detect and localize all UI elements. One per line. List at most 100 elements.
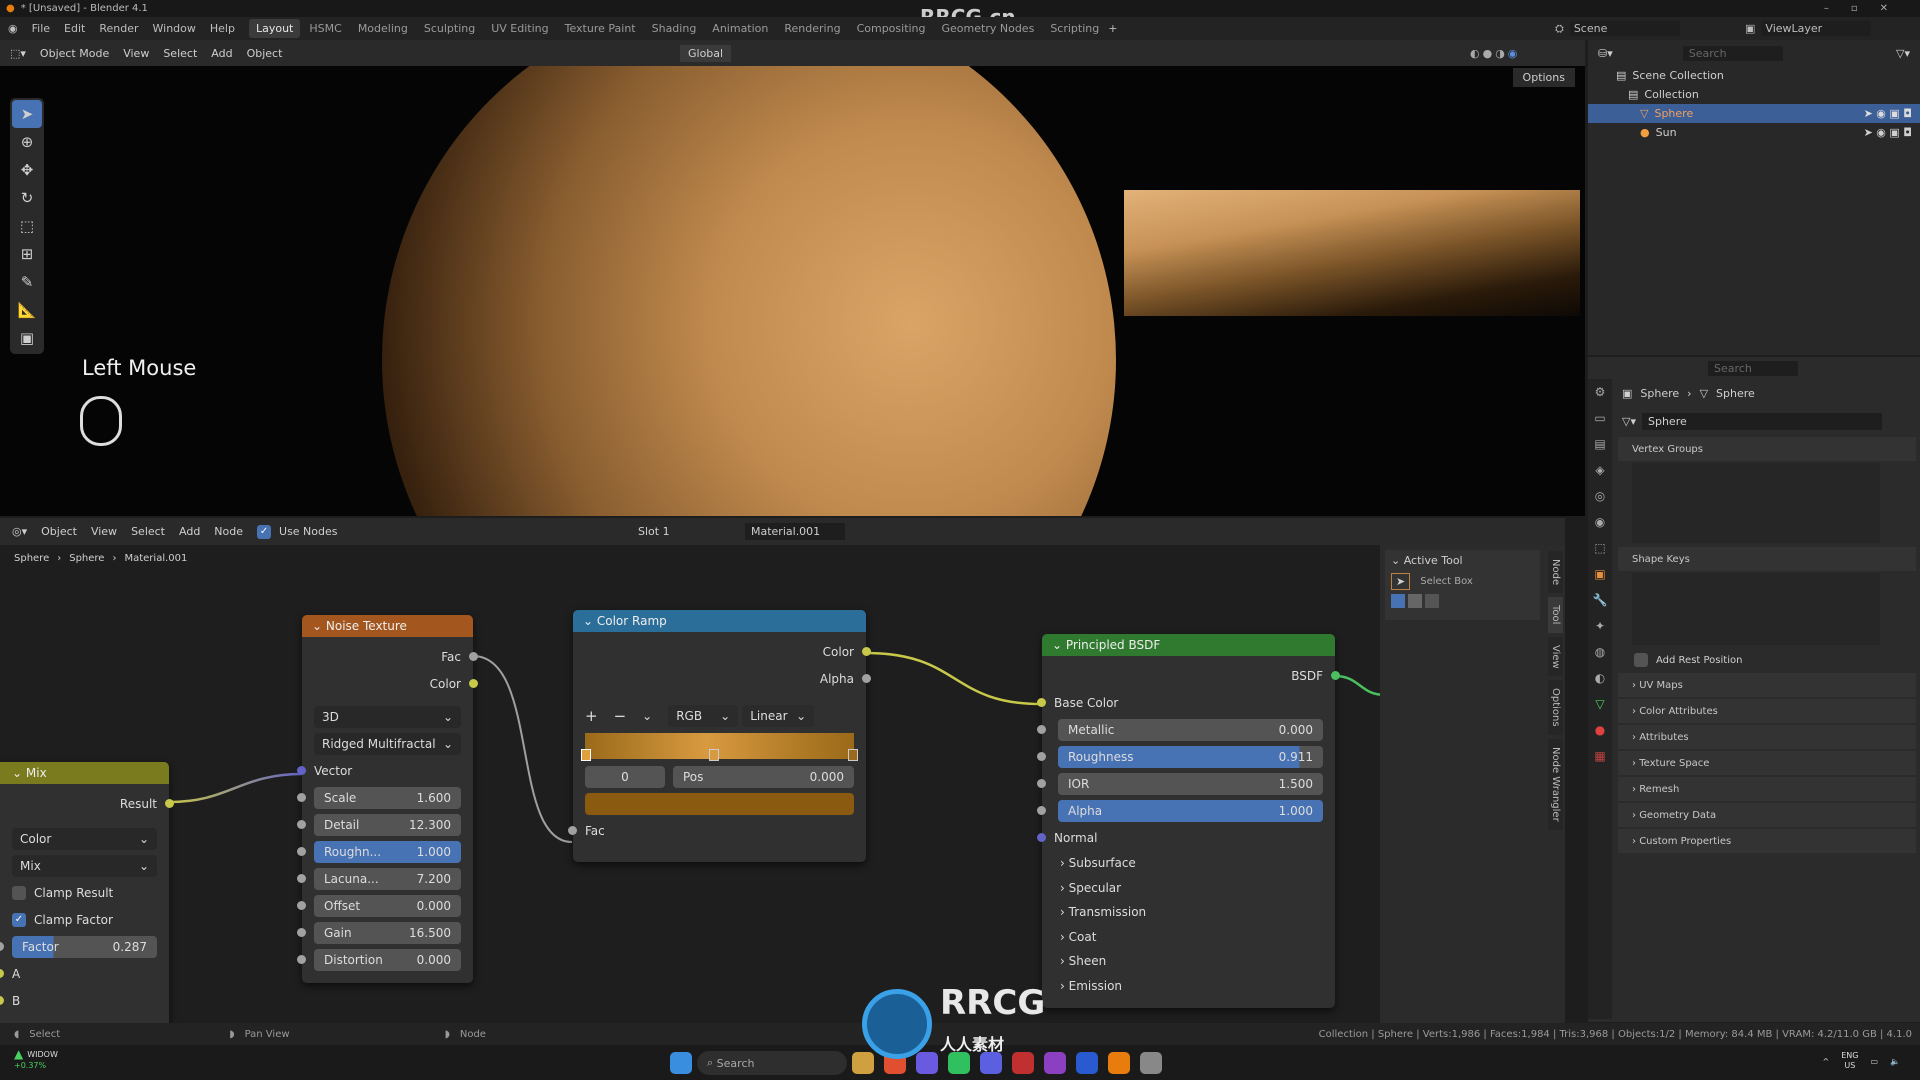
scene-name[interactable]: Scene (1569, 21, 1680, 36)
color-stop-handle[interactable] (708, 749, 719, 761)
view-layer-name[interactable]: ViewLayer (1761, 21, 1872, 36)
socket[interactable] (165, 799, 174, 808)
socket[interactable] (469, 679, 478, 688)
tab-uv-editing[interactable]: UV Editing (484, 19, 555, 38)
tab-scripting[interactable]: Scripting (1043, 19, 1106, 38)
node-header[interactable]: ⌄ Noise Texture (302, 615, 473, 637)
socket[interactable] (1037, 752, 1046, 761)
menu-edit[interactable]: Edit (64, 22, 85, 35)
collapse-icon[interactable]: ⌄ (583, 614, 597, 628)
slot-dropdown[interactable]: Slot 1 (638, 525, 670, 538)
socket[interactable] (1037, 698, 1046, 707)
checkbox[interactable] (12, 885, 26, 900)
app-icon[interactable] (1044, 1052, 1066, 1074)
socket[interactable] (1037, 806, 1046, 815)
menu-object[interactable]: Object (247, 47, 283, 60)
volume-icon[interactable]: 🔈 (1890, 1057, 1900, 1066)
sidebar-tab[interactable]: Node Wrangler (1548, 738, 1563, 830)
panel-remesh[interactable]: › Remesh (1618, 777, 1916, 801)
rotate-tool-icon[interactable]: ↻ (12, 184, 42, 212)
add-cube-tool-icon[interactable]: ▣ (12, 324, 42, 352)
menu-select[interactable]: Select (131, 525, 165, 538)
interpolation-dropdown[interactable]: Linear ⌄ (742, 704, 815, 727)
tab-geometry-nodes[interactable]: Geometry Nodes (935, 19, 1042, 38)
bsdf-section[interactable]: › Sheen (1042, 949, 1335, 974)
mode-new-icon[interactable] (1391, 594, 1405, 608)
scale-tool-icon[interactable]: ⬚ (12, 212, 42, 240)
mesh-name-field[interactable]: Sphere (1641, 412, 1882, 430)
outliner-item[interactable]: ▤ Collection (1588, 85, 1920, 104)
menu-file[interactable]: File (32, 22, 50, 35)
menu-view[interactable]: View (123, 47, 149, 60)
filter-icon[interactable]: ▽▾ (1896, 47, 1910, 60)
socket[interactable] (297, 820, 306, 829)
dimensions-dropdown[interactable]: 3D ⌄ (314, 705, 461, 728)
visibility-icons[interactable]: ➤ ◉ ▣ ◘ (1864, 126, 1912, 139)
start-icon[interactable] (670, 1052, 692, 1074)
socket[interactable] (0, 969, 4, 978)
socket[interactable] (0, 996, 4, 1005)
panel-shape-keys[interactable]: Shape Keys (1618, 547, 1916, 571)
noise-field[interactable]: Detail 12.300 (314, 813, 461, 836)
sidebar-tab[interactable]: View (1548, 636, 1563, 677)
network-icon[interactable]: ▭ (1870, 1057, 1878, 1066)
panel-texture-space[interactable]: › Texture Space (1618, 751, 1916, 775)
outliner-item[interactable]: ▤ Scene Collection (1588, 66, 1920, 85)
tab-hsmc[interactable]: HSMC (302, 19, 348, 38)
noise-field[interactable]: Scale 1.600 (314, 786, 461, 809)
panel-attributes[interactable]: › Attributes (1618, 725, 1916, 749)
properties-tabs[interactable]: ⚙ ▭ ▤ ◈ ◎ ◉ ⬚ ▣ 🔧 ✦ ◍ ◐ ▽ ● ▦ (1588, 379, 1612, 1019)
menu-render[interactable]: Render (99, 22, 138, 35)
measure-tool-icon[interactable]: 📐 (12, 296, 42, 324)
blend-dropdown[interactable]: Mix ⌄ (12, 854, 157, 877)
socket[interactable] (0, 942, 4, 951)
socket[interactable] (297, 928, 306, 937)
socket[interactable] (297, 766, 306, 775)
add-rest-position[interactable]: Add Rest Position (1614, 649, 1920, 671)
cursor-tool-icon[interactable]: ⊕ (12, 128, 42, 156)
tab-texture-paint[interactable]: Texture Paint (558, 19, 643, 38)
blender-taskbar-icon[interactable] (1108, 1052, 1130, 1074)
shape-keys-list[interactable] (1632, 573, 1880, 645)
node-canvas[interactable]: Sphere › Sphere › Material.001 ⌄ Mix Resul… (0, 545, 1565, 1023)
scene-selector[interactable]: ⛭ Scene (1555, 20, 1694, 37)
transform-tool-icon[interactable]: ⊞ (12, 240, 42, 268)
socket[interactable] (862, 647, 871, 656)
panel-color-attributes[interactable]: › Color Attributes (1618, 699, 1916, 723)
socket[interactable] (297, 955, 306, 964)
editor-type-icon[interactable]: ◎▾ (12, 525, 27, 538)
collapse-icon[interactable]: ⌄ (1052, 638, 1066, 652)
tab-compositing[interactable]: Compositing (850, 19, 933, 38)
noise-field[interactable]: Lacuna... 7.200 (314, 867, 461, 890)
stop-color-swatch[interactable] (585, 792, 854, 815)
checkbox[interactable]: ✓ (257, 524, 272, 539)
socket[interactable] (1037, 833, 1046, 842)
outliner-item[interactable]: ● Sun ➤ ◉ ▣ ◘ (1588, 123, 1920, 142)
bsdf-field[interactable]: Metallic 0.000 (1058, 718, 1323, 741)
socket[interactable] (1331, 671, 1340, 680)
socket[interactable] (297, 874, 306, 883)
annotate-tool-icon[interactable]: ✎ (12, 268, 42, 296)
socket[interactable] (297, 847, 306, 856)
panel-geometry-data[interactable]: › Geometry Data (1618, 803, 1916, 827)
color-stop-handle[interactable] (581, 749, 591, 761)
outliner-search[interactable]: Search (1682, 45, 1783, 61)
checkbox[interactable] (1634, 653, 1648, 667)
socket[interactable] (1037, 779, 1046, 788)
principled-bsdf-node[interactable]: ⌄ Principled BSDF BSDF Base Color Metall… (1037, 634, 1340, 1008)
remove-stop-icon[interactable]: − (614, 707, 627, 725)
mode-dropdown[interactable]: Object Mode (40, 47, 109, 60)
mix-node[interactable]: ⌄ Mix Result Color ⌄ Mix ⌄ Clamp Result ✓ C… (0, 762, 174, 1023)
menu-help[interactable]: Help (210, 22, 235, 35)
socket[interactable] (568, 826, 577, 835)
bsdf-section[interactable]: › Transmission (1042, 900, 1335, 925)
vertex-groups-list[interactable] (1632, 463, 1880, 543)
color-mode-dropdown[interactable]: RGB ⌄ (668, 704, 739, 727)
sidebar-tab[interactable]: Node (1548, 551, 1563, 594)
use-nodes-toggle[interactable]: ✓ Use Nodes (257, 524, 338, 539)
socket[interactable] (1037, 725, 1046, 734)
bsdf-section[interactable]: › Subsurface (1042, 851, 1335, 876)
system-tray[interactable]: ^ ENG US ▭ 🔈 (1823, 1051, 1900, 1071)
bsdf-field[interactable]: Alpha 1.000 (1058, 799, 1323, 822)
taskbar-search[interactable]: ⌕ Search (697, 1051, 847, 1075)
